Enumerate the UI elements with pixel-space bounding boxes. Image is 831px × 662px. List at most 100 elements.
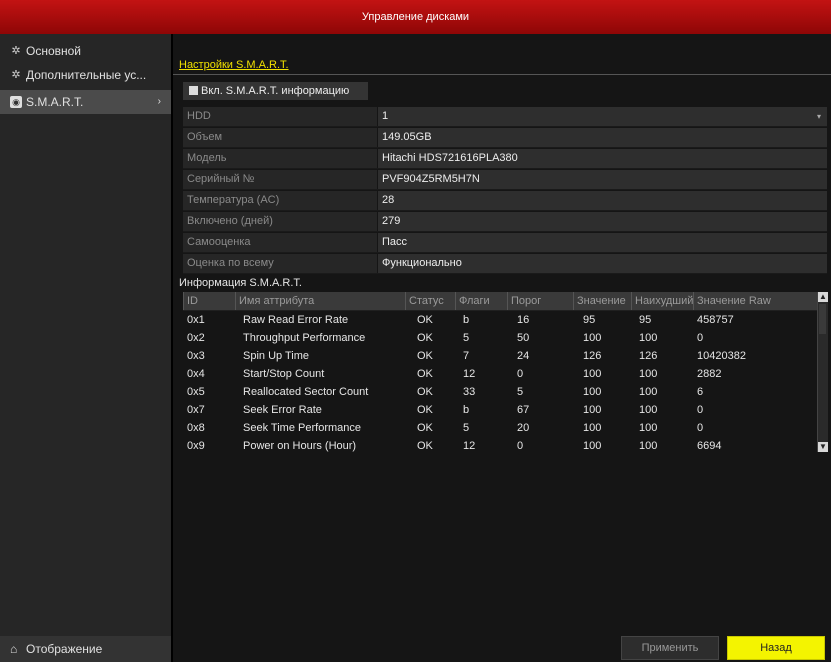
prop-label: Включено (дней) bbox=[183, 212, 377, 231]
cell-raw: 6694 bbox=[697, 440, 722, 452]
cell-attribute: Throughput Performance bbox=[243, 332, 366, 344]
table-row[interactable]: 0x2 Throughput Performance OK 5 50 100 1… bbox=[183, 329, 817, 348]
cell-id: 0x5 bbox=[187, 386, 205, 398]
table-row[interactable]: 0x4 Start/Stop Count OK 12 0 100 100 288… bbox=[183, 365, 817, 384]
cell-flags: 12 bbox=[463, 440, 476, 452]
cell-flags: 33 bbox=[463, 386, 476, 398]
cell-flags: 12 bbox=[463, 368, 476, 380]
cell-flags: 5 bbox=[463, 422, 470, 434]
cell-raw: 2882 bbox=[697, 368, 722, 380]
smart-icon: ◉ bbox=[10, 96, 22, 108]
table-row[interactable]: 0x9 Power on Hours (Hour) OK 12 0 100 10… bbox=[183, 437, 817, 452]
cell-attribute: Reallocated Sector Count bbox=[243, 386, 369, 398]
table-row[interactable]: 0x5 Reallocated Sector Count OK 33 5 100… bbox=[183, 383, 817, 402]
prop-label: Серийный № bbox=[183, 170, 377, 189]
sidebar-item-label: S.M.A.R.T. bbox=[26, 95, 84, 109]
cell-flags: 7 bbox=[463, 350, 470, 362]
enable-smart-checkbox-row[interactable]: Вкл. S.M.A.R.T. информацию bbox=[183, 82, 368, 100]
table-row[interactable]: 0x3 Spin Up Time OK 7 24 126 126 1042038… bbox=[183, 347, 817, 366]
cell-worst: 100 bbox=[639, 332, 658, 344]
prop-value: PVF904Z5RM5H7N bbox=[378, 170, 827, 189]
cell-worst: 95 bbox=[639, 314, 652, 326]
cell-threshold: 16 bbox=[517, 314, 530, 326]
chevron-right-icon: › bbox=[157, 96, 161, 107]
cell-raw: 0 bbox=[697, 404, 704, 416]
gear-icon: ✲ bbox=[11, 45, 21, 57]
prop-label: Объем bbox=[183, 128, 377, 147]
column-header: Значение bbox=[573, 292, 631, 310]
cell-threshold: 50 bbox=[517, 332, 530, 344]
sidebar-item-basic[interactable]: ✲ Основной bbox=[0, 39, 171, 63]
scroll-up-icon[interactable]: ▲ bbox=[818, 292, 828, 302]
column-header: Наихудший bbox=[631, 292, 693, 310]
cell-threshold: 20 bbox=[517, 422, 530, 434]
cell-worst: 100 bbox=[639, 368, 658, 380]
column-header: Статус bbox=[405, 292, 455, 310]
scroll-thumb[interactable] bbox=[819, 304, 826, 334]
prop-value: 28 bbox=[378, 191, 827, 210]
home-icon: ⌂ bbox=[10, 642, 18, 656]
cell-attribute: Spin Up Time bbox=[243, 350, 310, 362]
enable-smart-label: Вкл. S.M.A.R.T. информацию bbox=[201, 85, 350, 97]
prop-temperature: Температура (AC) 28 bbox=[183, 191, 827, 211]
cell-raw: 458757 bbox=[697, 314, 734, 326]
scroll-down-icon[interactable]: ▼ bbox=[818, 442, 828, 452]
cell-raw: 0 bbox=[697, 422, 704, 434]
cell-id: 0x4 bbox=[187, 368, 205, 380]
cell-raw: 10420382 bbox=[697, 350, 746, 362]
prop-power-on-days: Включено (дней) 279 bbox=[183, 212, 827, 232]
smart-info-title: Информация S.M.A.R.T. bbox=[179, 277, 302, 289]
gears-icon: ✲ bbox=[11, 69, 21, 81]
prop-label: HDD bbox=[183, 107, 377, 126]
cell-worst: 126 bbox=[639, 350, 658, 362]
hdd-select[interactable]: 1 ▾ bbox=[378, 107, 827, 126]
cell-threshold: 67 bbox=[517, 404, 530, 416]
cell-flags: 5 bbox=[463, 332, 470, 344]
cell-attribute: Power on Hours (Hour) bbox=[243, 440, 357, 452]
prop-value: Функционально bbox=[378, 254, 827, 273]
sidebar-item-display[interactable]: ⌂ Отображение bbox=[0, 636, 171, 662]
sidebar-item-label: Основной bbox=[26, 44, 82, 58]
table-row[interactable]: 0x7 Seek Error Rate OK b 67 100 100 0 bbox=[183, 401, 817, 420]
table-scrollbar[interactable]: ▲ ▼ bbox=[817, 292, 828, 452]
enable-smart-checkbox[interactable] bbox=[189, 86, 198, 95]
cell-flags: b bbox=[463, 314, 470, 326]
column-header: Значение Raw bbox=[693, 292, 817, 310]
prop-label: Самооценка bbox=[183, 233, 377, 252]
prop-label: Оценка по всему bbox=[183, 254, 377, 273]
apply-button[interactable]: Применить bbox=[621, 636, 719, 660]
cell-threshold: 0 bbox=[517, 368, 524, 380]
table-header-row: ID Имя аттрибута Статус Флаги Порог Знач… bbox=[183, 292, 817, 311]
column-header: Имя аттрибута bbox=[235, 292, 405, 310]
chevron-down-icon: ▾ bbox=[816, 112, 821, 121]
main-panel: Настройки S.M.A.R.T. Вкл. S.M.A.R.T. инф… bbox=[173, 34, 831, 662]
table-row[interactable]: 0x1 Raw Read Error Rate OK b 16 95 95 45… bbox=[183, 311, 817, 330]
table-row[interactable]: 0x8 Seek Time Performance OK 5 20 100 10… bbox=[183, 419, 817, 438]
cell-worst: 100 bbox=[639, 440, 658, 452]
cell-attribute: Start/Stop Count bbox=[243, 368, 325, 380]
smart-table: ID Имя аттрибута Статус Флаги Порог Знач… bbox=[183, 292, 817, 452]
back-button[interactable]: Назад bbox=[727, 636, 825, 660]
smart-settings-link[interactable]: Настройки S.M.A.R.T. bbox=[179, 59, 289, 71]
cell-flags: b bbox=[463, 404, 470, 416]
prop-value: Hitachi HDS721616PLA380 bbox=[378, 149, 827, 168]
prop-self-evaluation: Самооценка Пасс bbox=[183, 233, 827, 253]
hdd-select-value: 1 bbox=[382, 110, 389, 122]
cell-id: 0x8 bbox=[187, 422, 205, 434]
sidebar-item-label: Отображение bbox=[26, 642, 103, 656]
cell-raw: 6 bbox=[697, 386, 704, 398]
sidebar-item-smart[interactable]: ◉ S.M.A.R.T. › bbox=[0, 90, 171, 114]
column-header: ID bbox=[183, 292, 235, 310]
window-title: Управление дисками bbox=[0, 0, 831, 34]
sidebar-item-label: Дополнительные ус... bbox=[26, 68, 147, 82]
sidebar: ✲ Основной ✲ Дополнительные ус... ◉ S.M.… bbox=[0, 34, 171, 662]
cell-worst: 100 bbox=[639, 404, 658, 416]
sidebar-item-advanced[interactable]: ✲ Дополнительные ус... bbox=[0, 63, 171, 87]
cell-id: 0x2 bbox=[187, 332, 205, 344]
cell-worst: 100 bbox=[639, 386, 658, 398]
prop-hdd: HDD 1 ▾ bbox=[183, 107, 827, 127]
cell-threshold: 5 bbox=[517, 386, 524, 398]
prop-value: 149.05GB bbox=[378, 128, 827, 147]
section-header: Настройки S.M.A.R.T. bbox=[173, 57, 831, 75]
prop-value: Пасс bbox=[378, 233, 827, 252]
